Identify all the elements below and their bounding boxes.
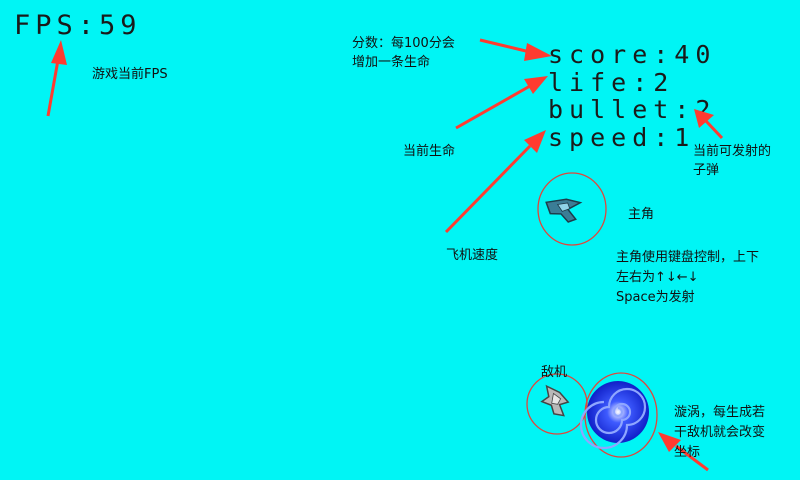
player-ship-icon [545, 198, 583, 223]
score-note-line1: 分数：每100分会 [352, 36, 455, 51]
speed-note: 飞机速度 [446, 248, 499, 263]
enemy-ship-icon [540, 384, 570, 417]
fps-note: 游戏当前FPS [92, 67, 168, 82]
bullet-arrow [694, 109, 724, 140]
enemy-note: 敌机 [541, 365, 568, 380]
fps-arrow [46, 40, 67, 117]
score-note-line2: 增加一条生命 [352, 55, 431, 70]
life-arrow [455, 76, 548, 130]
score-arrow [479, 38, 552, 61]
life-note: 当前生命 [403, 144, 456, 159]
bullet-note-line2: 子弹 [693, 163, 720, 178]
vortex-note-line2: 干敌机就会改变 [674, 425, 766, 440]
player-note: 主角 [628, 207, 655, 222]
vortex-note-line3: 坐标 [674, 445, 701, 460]
bullet-note-line1: 当前可发射的 [693, 144, 772, 159]
speed-arrow [444, 130, 546, 234]
controls-note-line1: 主角使用键盘控制，上下 [616, 250, 760, 265]
controls-note-line3: Space为发射 [616, 290, 695, 305]
vortex-note-line1: 漩涡，每生成若 [674, 405, 766, 420]
controls-note-line2: 左右为↑↓←↓ [616, 270, 699, 285]
